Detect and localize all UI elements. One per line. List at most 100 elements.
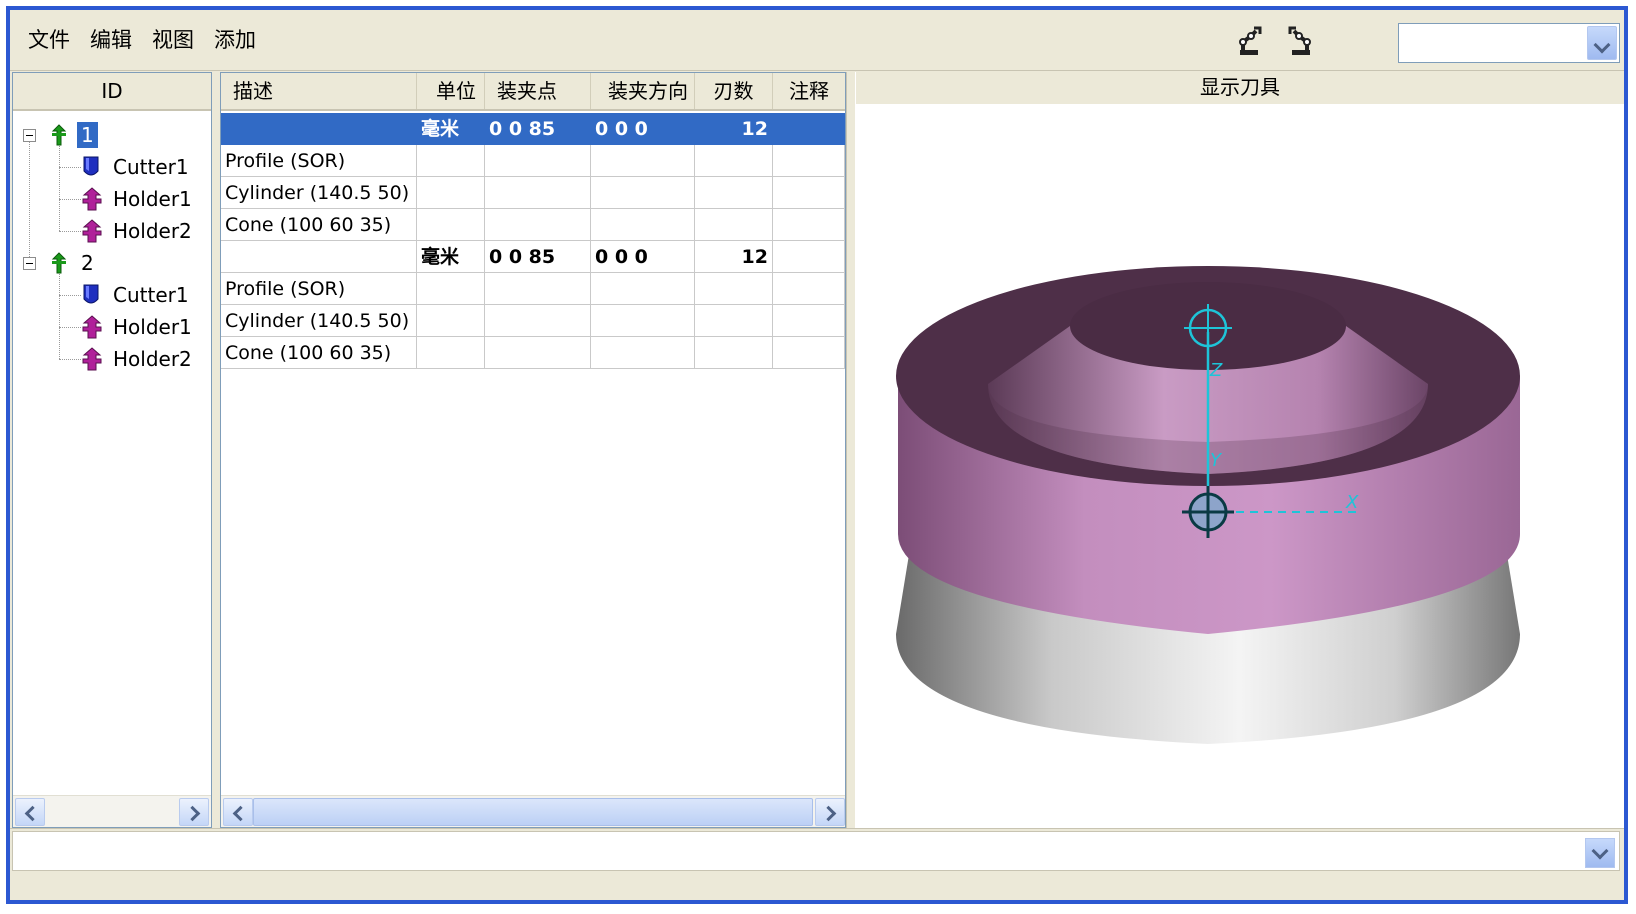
cell-flutes: 12 xyxy=(695,241,773,273)
x-axis-label: X xyxy=(1345,492,1359,513)
robot-arm-icon[interactable] xyxy=(1232,24,1266,58)
cell-description: Profile (SOR) xyxy=(221,145,417,177)
menu-add[interactable]: 添加 xyxy=(210,24,260,54)
cell-flutes xyxy=(695,177,773,209)
cell-clamp-point: 0 0 85 xyxy=(485,241,591,273)
tool-viewer[interactable]: 显示刀具 Z Y X xyxy=(856,72,1624,828)
col-unit[interactable]: 单位 xyxy=(417,73,485,109)
table-row[interactable]: Cylinder (140.5 50) xyxy=(221,305,845,337)
scroll-right-button[interactable] xyxy=(815,798,845,826)
tree-node-cutter[interactable]: Cutter1 xyxy=(13,152,211,182)
cell-clamp-point xyxy=(485,177,591,209)
cutter-icon xyxy=(83,156,99,176)
cell-flutes xyxy=(695,209,773,241)
col-comment[interactable]: 注释 xyxy=(773,73,845,109)
cell-description: Cone (100 60 35) xyxy=(221,337,417,369)
table-row[interactable]: 毫米 0 0 85 0 0 0 12 xyxy=(221,241,845,273)
cell-clamp-direction xyxy=(591,177,695,209)
col-flutes[interactable]: 刃数 xyxy=(695,73,773,109)
cell-unit: 毫米 xyxy=(417,241,485,273)
tree-node-holder[interactable]: Holder1 xyxy=(13,184,211,214)
menu-view[interactable]: 视图 xyxy=(148,24,198,54)
viewer-title: 显示刀具 xyxy=(856,72,1624,104)
holder-icon xyxy=(82,347,102,371)
cutter-icon xyxy=(83,284,99,304)
tree-node-cutter[interactable]: Cutter1 xyxy=(13,280,211,310)
cell-comment xyxy=(773,273,845,305)
cell-unit xyxy=(417,177,485,209)
table-row[interactable]: Profile (SOR) xyxy=(221,273,845,305)
tree-node-label: 2 xyxy=(81,251,94,275)
cell-flutes: 12 xyxy=(695,113,773,145)
cell-unit xyxy=(417,209,485,241)
tree-node-label: Holder2 xyxy=(113,347,192,371)
scroll-left-button[interactable] xyxy=(15,798,45,826)
tree-node-label: Cutter1 xyxy=(113,155,189,179)
menu-edit[interactable]: 编辑 xyxy=(86,24,136,54)
cell-clamp-direction xyxy=(591,273,695,305)
cell-flutes xyxy=(695,273,773,305)
table-row[interactable]: Cone (100 60 35) xyxy=(221,209,845,241)
collapse-toggle[interactable] xyxy=(23,257,36,270)
chevron-down-icon[interactable] xyxy=(1587,26,1617,60)
cell-unit xyxy=(417,337,485,369)
cell-flutes xyxy=(695,305,773,337)
cell-clamp-point xyxy=(485,209,591,241)
cell-comment xyxy=(773,337,845,369)
assembly-icon xyxy=(51,252,67,274)
cell-clamp-direction xyxy=(591,337,695,369)
collapse-toggle[interactable] xyxy=(23,129,36,142)
tree-node-label: Cutter1 xyxy=(113,283,189,307)
robot-arm-alt-icon[interactable] xyxy=(1284,24,1318,58)
tree-header-id[interactable]: ID xyxy=(13,73,211,111)
table-row[interactable]: 毫米 0 0 85 0 0 0 12 xyxy=(221,113,845,145)
cell-description: Cylinder (140.5 50) xyxy=(221,305,417,337)
table-row[interactable]: Profile (SOR) xyxy=(221,145,845,177)
tree-node-1[interactable]: 1 xyxy=(13,120,211,150)
holder-icon xyxy=(82,315,102,339)
tree-node-label: Holder1 xyxy=(113,315,192,339)
chevron-down-icon[interactable] xyxy=(1585,838,1615,868)
tree-panel: ID 1 Cutter1 Holder1 Holder2 2 Cutter1 H… xyxy=(12,72,212,828)
cell-flutes xyxy=(695,337,773,369)
z-axis-label: Z xyxy=(1209,360,1223,381)
tool-3d-render[interactable]: Z Y X xyxy=(856,104,1624,804)
cell-clamp-point: 0 0 85 xyxy=(485,113,591,145)
col-clamp-direction[interactable]: 装夹方向 xyxy=(591,73,695,109)
scroll-thumb[interactable] xyxy=(253,798,813,826)
cell-clamp-direction xyxy=(591,305,695,337)
tree-node-holder[interactable]: Holder2 xyxy=(13,216,211,246)
tree-node-label: 1 xyxy=(77,122,98,148)
cell-description: Cylinder (140.5 50) xyxy=(221,177,417,209)
cell-unit xyxy=(417,145,485,177)
cell-clamp-direction: 0 0 0 xyxy=(591,241,695,273)
table-row[interactable]: Cylinder (140.5 50) xyxy=(221,177,845,209)
cell-comment xyxy=(773,241,845,273)
tree-node-2[interactable]: 2 xyxy=(13,248,211,278)
status-bar xyxy=(10,828,1624,900)
cell-comment xyxy=(773,145,845,177)
cell-clamp-point xyxy=(485,145,591,177)
tree-node-holder[interactable]: Holder1 xyxy=(13,312,211,342)
cell-clamp-point xyxy=(485,305,591,337)
toolbar-combo[interactable] xyxy=(1398,23,1620,63)
table-row[interactable]: Cone (100 60 35) xyxy=(221,337,845,369)
col-clamp-point[interactable]: 装夹点 xyxy=(485,73,591,109)
col-description[interactable]: 描述 xyxy=(221,73,417,109)
menu-file[interactable]: 文件 xyxy=(24,24,74,54)
scroll-right-button[interactable] xyxy=(179,798,209,826)
tree-node-holder[interactable]: Holder2 xyxy=(13,344,211,374)
cell-unit: 毫米 xyxy=(417,113,485,145)
cell-description xyxy=(221,241,417,273)
status-field[interactable] xyxy=(12,831,1620,871)
cell-clamp-point xyxy=(485,337,591,369)
cell-clamp-direction: 0 0 0 xyxy=(591,113,695,145)
cell-clamp-direction xyxy=(591,145,695,177)
panel-splitter[interactable] xyxy=(846,72,856,828)
tree-hscrollbar[interactable] xyxy=(13,795,211,827)
table-hscrollbar[interactable] xyxy=(221,795,845,827)
scroll-left-button[interactable] xyxy=(223,798,253,826)
cell-comment xyxy=(773,305,845,337)
tree-node-label: Holder1 xyxy=(113,187,192,211)
menu-bar: 文件 编辑 视图 添加 xyxy=(10,10,1624,71)
